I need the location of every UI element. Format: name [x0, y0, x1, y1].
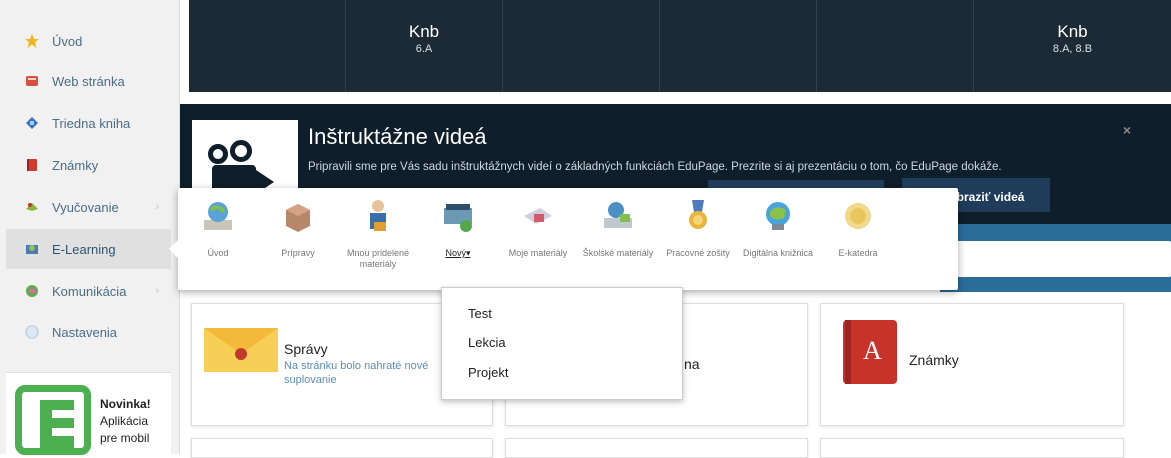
dropdown-item-test[interactable]: Test — [468, 306, 492, 321]
timetable-strip: Knb 6.A Knb 8.A, 8.B — [189, 0, 1171, 92]
menu-item-pripravy[interactable]: Prípravy — [258, 196, 338, 259]
new-material-icon — [444, 204, 472, 232]
class-book-icon — [24, 115, 40, 131]
timetable-cell[interactable]: Knb 8.A, 8.B — [974, 0, 1171, 92]
materials-icon — [524, 208, 552, 224]
search-input[interactable] — [948, 241, 1171, 277]
coin-icon — [845, 203, 871, 229]
card-title: Správy — [284, 341, 328, 357]
timetable-cell[interactable] — [189, 0, 346, 92]
grades-card[interactable]: A Známky — [820, 303, 1124, 426]
sidebar-item-znamky[interactable]: Známky — [6, 145, 171, 185]
medal-icon — [689, 200, 707, 229]
menu-item-mnou-pridelene[interactable]: Mnou pridelené materiály — [338, 196, 418, 270]
lesson-subject: Knb — [1057, 22, 1088, 41]
banner-title: Inštruktážne videá — [308, 124, 487, 149]
menu-item-novy[interactable]: Nový▾ — [418, 196, 498, 259]
sidebar-item-label: Web stránka — [52, 73, 125, 89]
edupage-logo — [15, 385, 91, 455]
sidebar-item-e-learning[interactable]: E-Learning — [6, 229, 171, 269]
timetable-cell[interactable] — [660, 0, 817, 92]
lesson-class: 6.A — [415, 43, 433, 55]
card-placeholder[interactable] — [820, 438, 1124, 458]
sidebar-item-web-stranka[interactable]: Web stránka — [6, 61, 171, 101]
sidebar-item-triedna-kniha[interactable]: Triedna kniha — [6, 103, 171, 143]
close-icon[interactable]: × — [1123, 122, 1131, 138]
sidebar-item-label: Triedna kniha — [52, 115, 131, 131]
menu-item-digitalna-kniznica[interactable]: Digitálna knižnica — [738, 196, 818, 259]
menu-item-pracovne-zosity[interactable]: Pracovné zošity — [658, 196, 738, 259]
sidebar-item-label: Komunikácia — [52, 283, 127, 299]
teaching-icon — [24, 199, 40, 215]
school-materials-icon — [604, 202, 632, 228]
dropdown-item-lekcia[interactable]: Lekcia — [468, 335, 506, 350]
new-material-dropdown: Test Lekcia Projekt — [441, 287, 683, 400]
star-icon — [24, 33, 40, 49]
grades-book-icon: A — [843, 320, 897, 384]
sidebar-item-nastavenia[interactable]: Nastavenia — [6, 312, 171, 352]
digital-library-icon — [766, 202, 790, 230]
menu-item-e-katedra[interactable]: E-katedra — [818, 196, 898, 259]
elearning-menu: Úvod Prípravy Mnou pridelené materiály N… — [169, 188, 958, 290]
sidebar-item-label: Vyučovanie — [52, 199, 119, 215]
timetable-cell[interactable] — [817, 0, 974, 92]
globe-book-icon — [204, 202, 232, 230]
dropdown-item-projekt[interactable]: Projekt — [468, 365, 508, 380]
menu-item-moje-materialy[interactable]: Moje materiály — [498, 196, 578, 259]
promo-text: pre mobil — [100, 431, 150, 445]
menu-item-skolske-materialy[interactable]: Školské materiály — [578, 196, 658, 259]
card-title: na — [684, 356, 700, 372]
envelope-icon — [204, 328, 278, 372]
settings-icon — [24, 324, 40, 340]
elearning-icon — [24, 241, 40, 257]
sidebar-item-label: Nastavenia — [52, 324, 118, 340]
sidebar-item-komunikacia[interactable]: Komunikácia › — [6, 271, 171, 311]
card-placeholder[interactable] — [505, 438, 808, 458]
sidebar-item-label: Známky — [52, 157, 99, 173]
mobile-app-promo[interactable]: Novinka! Aplikácia pre mobil — [6, 372, 171, 455]
chevron-right-icon: › — [155, 201, 159, 213]
search-bar — [940, 224, 1171, 292]
card-title: Známky — [909, 352, 959, 368]
timetable-cell[interactable]: Knb 6.A — [346, 0, 503, 92]
web-icon — [24, 73, 40, 89]
menu-item-uvod[interactable]: Úvod — [178, 196, 258, 259]
promo-title: Novinka! — [100, 397, 151, 411]
sidebar-item-label: Úvod — [52, 33, 83, 49]
sidebar-item-vyucovanie[interactable]: Vyučovanie › — [6, 187, 171, 227]
timetable-cell[interactable] — [503, 0, 660, 92]
sidebar-item-label: E-Learning — [52, 241, 116, 257]
box-icon — [286, 204, 310, 232]
grades-book-icon — [24, 157, 40, 173]
lesson-class: 8.A, 8.B — [1052, 43, 1093, 55]
promo-text: Aplikácia — [100, 414, 149, 428]
banner-description: Pripravili sme pre Vás sadu inštruktážny… — [308, 161, 1002, 173]
sidebar: Úvod Web stránka Triedna kniha Známky Vy… — [0, 0, 180, 455]
teacher-icon — [370, 200, 386, 231]
chevron-right-icon: › — [155, 285, 159, 297]
sidebar-item-uvod[interactable]: Úvod — [6, 21, 171, 61]
lesson-subject: Knb — [408, 22, 440, 41]
communication-icon — [24, 283, 40, 299]
card-placeholder[interactable] — [191, 438, 493, 458]
